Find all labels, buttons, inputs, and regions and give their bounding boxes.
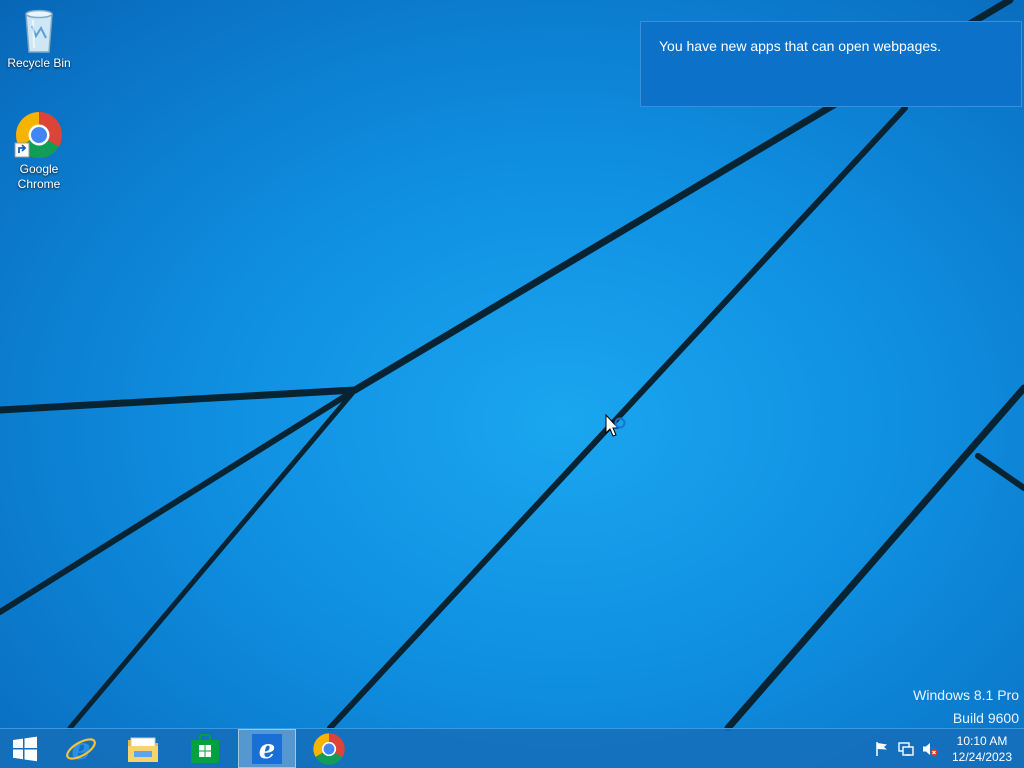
desktop[interactable]: Recycle Bin Google Chrome You have new a… — [0, 0, 1024, 768]
network-icon[interactable] — [898, 741, 914, 757]
start-button[interactable] — [0, 729, 50, 768]
windows-store-icon — [191, 733, 219, 763]
recycle-bin-icon — [25, 9, 53, 53]
windows-watermark: Windows 8.1 Pro Build 9600 — [913, 684, 1019, 730]
svg-text:e: e — [71, 732, 90, 766]
taskbar-internet-explorer-active[interactable]: e — [238, 729, 296, 768]
taskbar: e e 10:10 AM 12/24/2023 — [0, 728, 1024, 768]
notification-message: You have new apps that can open webpages… — [659, 38, 942, 54]
taskbar-google-chrome[interactable] — [300, 729, 358, 768]
volume-muted-icon[interactable] — [922, 741, 938, 757]
svg-text:e: e — [259, 735, 276, 764]
windows-edition: Windows 8.1 Pro — [913, 687, 1019, 703]
google-chrome-shortcut[interactable]: Google Chrome — [1, 110, 77, 192]
wallpaper-lines — [0, 0, 1024, 732]
clock-time: 10:10 AM — [956, 734, 1008, 748]
busy-cursor-icon — [605, 414, 626, 437]
system-clock[interactable]: 10:10 AM 12/24/2023 — [944, 733, 1020, 765]
clock-date: 12/24/2023 — [951, 750, 1013, 764]
taskbar-file-explorer[interactable] — [114, 729, 172, 768]
chrome-icon — [14, 112, 62, 158]
windows-build: Build 9600 — [952, 710, 1019, 726]
action-center-flag-icon[interactable] — [874, 741, 890, 757]
recycle-bin-label: Recycle Bin — [7, 56, 71, 70]
internet-explorer-icon: e — [252, 733, 282, 764]
internet-explorer-icon: e — [66, 732, 96, 766]
recycle-bin-shortcut[interactable]: Recycle Bin — [1, 6, 77, 71]
notification-toast[interactable]: You have new apps that can open webpages… — [640, 21, 1022, 107]
windows-logo-icon — [13, 736, 37, 761]
taskbar-internet-explorer[interactable]: e — [52, 729, 110, 768]
chrome-icon — [313, 732, 345, 765]
file-explorer-icon — [128, 737, 158, 762]
taskbar-windows-store[interactable] — [176, 729, 234, 768]
google-chrome-label: Google Chrome — [17, 162, 61, 191]
